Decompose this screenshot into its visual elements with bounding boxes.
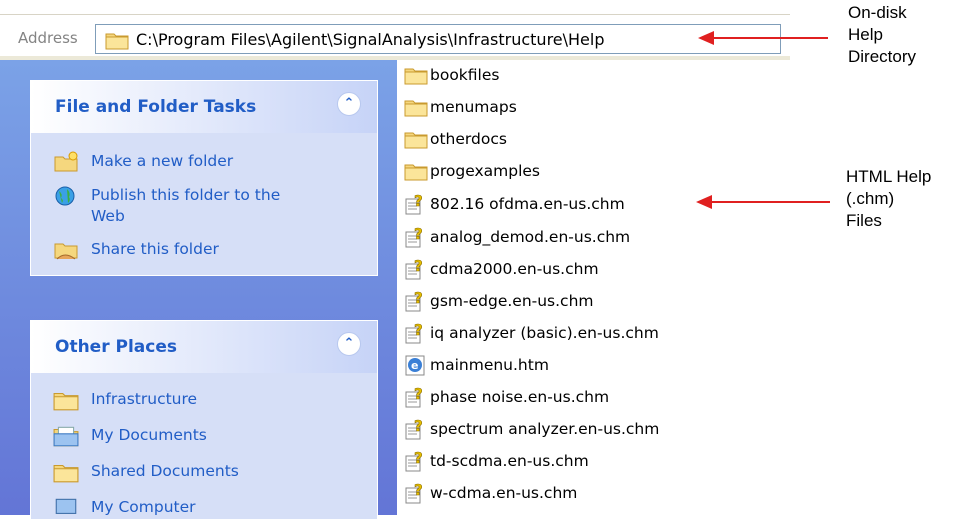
folder-icon [53, 389, 79, 411]
annotation-line: Help [848, 25, 883, 44]
task-label: Publish this folder to the Web [91, 186, 281, 225]
annotation-line: On-disk [848, 3, 907, 22]
task-label: Share this folder [91, 240, 219, 258]
arrowhead-icon [698, 31, 714, 45]
share-folder-icon [54, 243, 78, 260]
file-name: w-cdma.en-us.chm [430, 484, 578, 502]
address-path: C:\Program Files\Agilent\SignalAnalysis\… [136, 30, 605, 49]
help-file-icon [404, 418, 428, 440]
help-file-icon [404, 482, 428, 504]
file-name: mainmenu.htm [430, 356, 549, 374]
task-label: Make a new folder [91, 152, 234, 170]
place-my-documents[interactable]: My Documents [53, 425, 207, 447]
list-item-chm[interactable]: td-scdma.en-us.chm [404, 450, 589, 472]
annotation-line: HTML Help [846, 167, 932, 186]
place-label: My Documents [91, 426, 207, 444]
list-item-chm[interactable]: spectrum analyzer.en-us.chm [404, 418, 659, 440]
folder-icon [104, 30, 130, 50]
other-places-panel: Other Places ⌃ Infrastructure My Documen… [30, 320, 378, 520]
task-make-new-folder[interactable]: Make a new folder [53, 151, 233, 173]
list-item-folder[interactable]: bookfiles [404, 64, 499, 86]
list-item-chm[interactable]: analog_demod.en-us.chm [404, 226, 630, 248]
file-name: gsm-edge.en-us.chm [430, 292, 594, 310]
list-item-chm[interactable]: cdma2000.en-us.chm [404, 258, 599, 280]
task-pane: File and Folder Tasks ⌃ Make a new folde… [0, 60, 397, 520]
list-item-htm[interactable]: mainmenu.htm [404, 354, 549, 376]
help-file-icon [404, 290, 428, 312]
folder-icon [53, 461, 79, 483]
file-name: bookfiles [430, 66, 500, 84]
globe-icon [55, 186, 75, 206]
place-label: Infrastructure [91, 390, 198, 408]
file-name: 802.16 ofdma.en-us.chm [430, 195, 625, 213]
list-item-chm[interactable]: phase noise.en-us.chm [404, 386, 609, 408]
place-infrastructure[interactable]: Infrastructure [53, 389, 197, 411]
task-publish-to-web[interactable]: Publish this folder to the Web [53, 185, 283, 227]
folder-icon [404, 64, 428, 86]
my-documents-icon [53, 426, 79, 447]
annotation-arrow-chm-files [710, 201, 830, 203]
panel-header[interactable]: Other Places ⌃ [31, 321, 377, 373]
file-name: phase noise.en-us.chm [430, 388, 610, 406]
collapse-chevron-icon[interactable]: ⌃ [337, 332, 361, 356]
html-page-icon [404, 354, 428, 376]
place-label: Shared Documents [91, 462, 239, 480]
file-name: cdma2000.en-us.chm [430, 260, 599, 278]
file-list: bookfiles menumaps otherdocs progexample… [398, 60, 790, 515]
computer-icon [55, 498, 77, 514]
help-file-icon [404, 450, 428, 472]
file-and-folder-tasks-panel: File and Folder Tasks ⌃ Make a new folde… [30, 80, 378, 276]
place-shared-documents[interactable]: Shared Documents [53, 461, 239, 483]
file-name: progexamples [430, 162, 540, 180]
help-file-icon [404, 322, 428, 344]
annotation-html-help-files: HTML Help (.chm) Files [846, 166, 931, 232]
file-name: iq analyzer (basic).en-us.chm [430, 324, 659, 342]
list-item-chm[interactable]: w-cdma.en-us.chm [404, 482, 577, 504]
folder-icon [404, 128, 428, 150]
list-item-folder[interactable]: otherdocs [404, 128, 507, 150]
file-name: otherdocs [430, 130, 507, 148]
annotation-line: Directory [848, 47, 917, 66]
collapse-chevron-icon[interactable]: ⌃ [337, 92, 361, 116]
annotation-on-disk-help-directory: On-disk Help Directory [848, 2, 916, 68]
address-label: Address [18, 29, 78, 47]
help-file-icon [404, 258, 428, 280]
file-name: menumaps [430, 98, 517, 116]
file-name: analog_demod.en-us.chm [430, 228, 631, 246]
list-item-folder[interactable]: menumaps [404, 96, 517, 118]
address-input[interactable]: C:\Program Files\Agilent\SignalAnalysis\… [95, 24, 781, 54]
arrowhead-icon [696, 195, 712, 209]
help-file-icon [404, 193, 428, 215]
new-folder-icon [54, 151, 78, 172]
file-name: spectrum analyzer.en-us.chm [430, 420, 660, 438]
help-file-icon [404, 226, 428, 248]
panel-header[interactable]: File and Folder Tasks ⌃ [31, 81, 377, 133]
annotation-arrow-directory [712, 37, 828, 39]
help-file-icon [404, 386, 428, 408]
file-name: td-scdma.en-us.chm [430, 452, 589, 470]
list-item-chm[interactable]: iq analyzer (basic).en-us.chm [404, 322, 659, 344]
list-item-folder[interactable]: progexamples [404, 160, 540, 182]
panel-title: File and Folder Tasks [55, 97, 257, 117]
folder-icon [404, 96, 428, 118]
place-my-computer[interactable]: My Computer [53, 497, 196, 519]
toolbar-divider [0, 14, 790, 15]
annotation-line: (.chm) [846, 189, 895, 208]
list-item-chm[interactable]: 802.16 ofdma.en-us.chm [404, 193, 625, 215]
annotation-line: Files [846, 211, 882, 230]
folder-icon [404, 160, 428, 182]
panel-title: Other Places [55, 337, 177, 357]
list-item-chm[interactable]: gsm-edge.en-us.chm [404, 290, 594, 312]
task-share-folder[interactable]: Share this folder [53, 239, 219, 261]
